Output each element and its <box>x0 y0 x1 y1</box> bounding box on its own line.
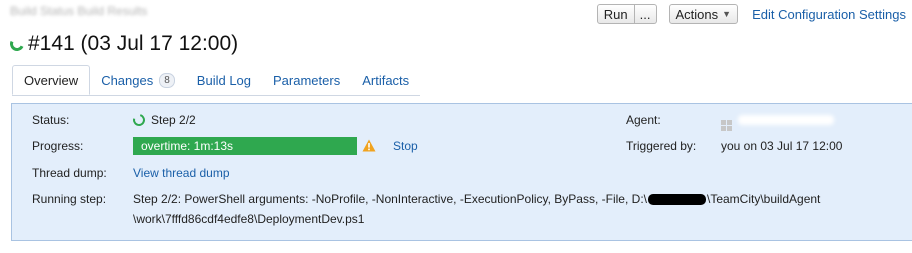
tab-overview[interactable]: Overview <box>12 65 91 95</box>
tab-build-log[interactable]: Build Log <box>186 65 262 95</box>
tab-overview-label: Overview <box>24 72 79 88</box>
changes-count-badge: 8 <box>159 72 175 88</box>
toolbar: Run ... Actions ▼ Edit Configuration Set… <box>596 4 906 24</box>
progress-text: overtime: 1m:13s <box>141 139 234 153</box>
thread-dump-label: Thread dump: <box>32 166 107 180</box>
run-custom-button[interactable]: ... <box>634 4 657 24</box>
actions-label: Actions <box>675 6 719 22</box>
tab-parameters[interactable]: Parameters <box>262 65 351 95</box>
edit-configuration-link[interactable]: Edit Configuration Settings <box>752 7 906 22</box>
progress-bar: overtime: 1m:13s <box>133 137 357 155</box>
windows-icon <box>721 120 732 131</box>
tab-build-log-label: Build Log <box>196 72 252 88</box>
agent-name <box>738 115 834 125</box>
running-step-line1: Step 2/2: PowerShell arguments: -NoProfi… <box>133 192 820 206</box>
build-tabs: Overview Changes 8 Build Log Parameters … <box>12 65 420 95</box>
build-details-panel: Status: Step 2/2 Progress: overtime: 1m:… <box>11 103 912 241</box>
run-button[interactable]: Run <box>596 4 635 24</box>
agent-label: Agent: <box>626 113 661 127</box>
tab-artifacts[interactable]: Artifacts <box>351 65 420 95</box>
running-spinner-icon <box>8 35 26 53</box>
breadcrumb-text: Build Status Build Results <box>10 4 148 18</box>
actions-button[interactable]: Actions ▼ <box>668 4 739 24</box>
redacted-path <box>647 194 706 205</box>
warning-icon <box>362 139 376 152</box>
chevron-down-icon: ▼ <box>722 9 732 19</box>
view-thread-dump-link[interactable]: View thread dump <box>133 166 230 180</box>
tabs-divider <box>12 95 420 96</box>
running-step-prefix: Step 2/2: PowerShell arguments: -NoProfi… <box>133 192 647 206</box>
stop-link[interactable]: Stop <box>393 139 418 153</box>
triggered-by-value: you on 03 Jul 17 12:00 <box>721 139 843 153</box>
running-step-line2: \work\7fffd86cdf4edfe8\DeploymentDev.ps1 <box>133 212 365 226</box>
run-button-group: Run ... <box>596 4 657 24</box>
status-value-row: Step 2/2 <box>130 111 196 129</box>
status-label: Status: <box>32 113 70 127</box>
status-value: Step 2/2 <box>151 113 196 127</box>
build-title-row: #141 (03 Jul 17 12:00) <box>8 32 239 56</box>
page-title: #141 (03 Jul 17 12:00) <box>28 32 239 55</box>
running-step-label: Running step: <box>32 192 107 206</box>
breadcrumb[interactable]: Build Status Build Results <box>10 4 147 18</box>
triggered-by-label: Triggered by: <box>626 139 697 153</box>
tab-artifacts-label: Artifacts <box>362 72 410 88</box>
running-step-suffix: \TeamCity\buildAgent <box>706 192 821 206</box>
progress-label: Progress: <box>32 139 84 153</box>
tab-changes-label: Changes <box>101 72 154 88</box>
tab-parameters-label: Parameters <box>273 72 341 88</box>
running-status-icon <box>130 111 148 129</box>
agent-value[interactable] <box>721 113 834 131</box>
tab-changes[interactable]: Changes 8 <box>90 65 186 95</box>
